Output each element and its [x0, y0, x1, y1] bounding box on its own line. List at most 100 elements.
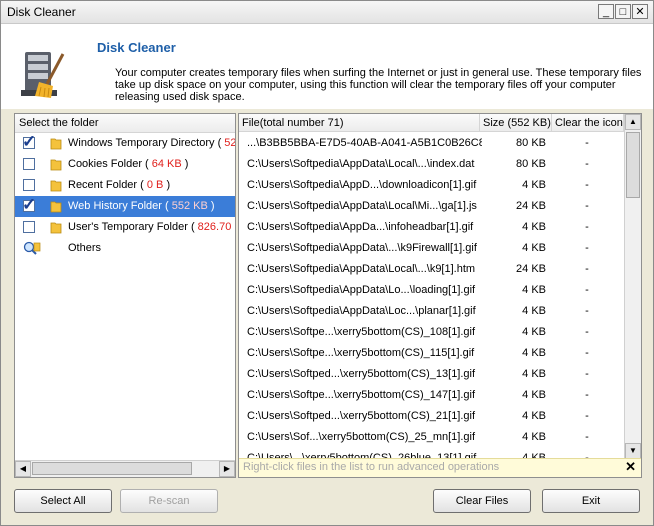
- folder-icon: [50, 159, 62, 171]
- file-list-panel: File(total number 71) Size (552 KB) Clea…: [238, 113, 642, 478]
- hint-bar: Right-click files in the list to run adv…: [239, 458, 641, 477]
- file-size-cell: 24 KB: [516, 200, 546, 212]
- app-title: Disk Cleaner: [97, 40, 176, 55]
- folder-checkbox[interactable]: [23, 158, 35, 170]
- clear-icon-cell: -: [585, 305, 589, 317]
- folder-list-panel: Select the folder ✓ Windows Temporary Dir…: [14, 113, 236, 478]
- file-path-cell: C:\Users\Softpedia\AppData\Loc...\planar…: [247, 305, 476, 317]
- disk-cleaner-window: Disk Cleaner _ □ ✕ Disk Cleaner Your com…: [0, 0, 654, 526]
- table-row[interactable]: ...\B3BB5BBA-E7D5-40AB-A041-A5B1C0B26C8F…: [239, 133, 624, 154]
- app-description: Your computer creates temporary files wh…: [115, 67, 642, 103]
- table-row[interactable]: C:\Users\Softpedia\AppData\Local\...\ind…: [239, 154, 624, 175]
- file-path-cell: C:\Users\Softped...\xerry5bottom(CS)_21[…: [247, 410, 476, 422]
- clear-icon-cell: -: [585, 368, 589, 380]
- table-row[interactable]: C:\Users\Softpedia\AppData\Local\...\k9[…: [239, 259, 624, 280]
- file-list[interactable]: ...\B3BB5BBA-E7D5-40AB-A041-A5B1C0B26C8F…: [239, 133, 624, 459]
- table-row[interactable]: C:\Users\Softpedia\AppData\Local\Mi...\g…: [239, 196, 624, 217]
- scroll-thumb[interactable]: [32, 462, 192, 475]
- checkmark-icon: ✓: [22, 195, 37, 214]
- folder-rows: ✓ Windows Temporary Directory ( 52 Cookies…: [15, 132, 236, 259]
- exit-button[interactable]: Exit: [542, 489, 640, 513]
- file-size-cell: 4 KB: [522, 305, 546, 317]
- window-title: Disk Cleaner: [7, 5, 76, 19]
- table-row[interactable]: C:\Users\Softpedia\AppData\...\k9Firewal…: [239, 238, 624, 259]
- clear-files-button[interactable]: Clear Files: [433, 489, 531, 513]
- clear-icon-cell: -: [585, 200, 589, 212]
- file-path-cell: C:\Users\Softpedia\AppD...\downloadicon[…: [247, 179, 477, 191]
- folder-list-header: Select the folder: [15, 114, 235, 133]
- file-vertical-scrollbar[interactable]: ▲ ▼: [624, 114, 641, 459]
- folder-icon: [50, 201, 62, 213]
- clear-icon-cell: -: [585, 389, 589, 401]
- folder-icon: [50, 222, 62, 234]
- table-row[interactable]: C:\Users\Sof...\xerry5bottom(CS)_25_mn[1…: [239, 427, 624, 448]
- file-size-cell: 80 KB: [516, 158, 546, 170]
- folder-checkbox[interactable]: [23, 179, 35, 191]
- folder-horizontal-scrollbar[interactable]: ◀ ▶: [15, 460, 235, 477]
- file-path-cell: ...\B3BB5BBA-E7D5-40AB-A041-A5B1C0B26C8F…: [247, 137, 482, 149]
- table-row[interactable]: C:\Users\Softpe...\xerry5bottom(CS)_115[…: [239, 343, 624, 364]
- clear-icon-cell: -: [585, 347, 589, 359]
- table-row[interactable]: C:\Users\Softpedia\AppD...\downloadicon[…: [239, 175, 624, 196]
- folder-checkbox[interactable]: ✓: [22, 195, 36, 214]
- file-path-cell: C:\Users\Softped...\xerry5bottom(CS)_13[…: [247, 368, 476, 380]
- folder-label: User's Temporary Folder ( 826.70: [68, 221, 232, 233]
- file-size-cell: 4 KB: [522, 389, 546, 401]
- select-all-button[interactable]: Select All: [14, 489, 112, 513]
- scroll-right-icon[interactable]: ▶: [219, 461, 235, 477]
- maximize-button[interactable]: □: [615, 4, 631, 19]
- file-size-cell: 4 KB: [522, 242, 546, 254]
- title-bar[interactable]: Disk Cleaner _ □ ✕: [1, 1, 653, 24]
- file-size-cell: 24 KB: [516, 263, 546, 275]
- folder-item[interactable]: Others: [15, 238, 235, 259]
- folder-checkbox[interactable]: [23, 221, 35, 233]
- file-size-cell: 4 KB: [522, 347, 546, 359]
- rescan-button[interactable]: Re-scan: [120, 489, 218, 513]
- scroll-up-icon[interactable]: ▲: [625, 114, 641, 130]
- folder-item[interactable]: User's Temporary Folder ( 826.70: [15, 217, 235, 238]
- folder-item[interactable]: ✓ Windows Temporary Directory ( 52: [15, 132, 236, 154]
- table-row[interactable]: C:\Users\Softpedia\AppData\Loc...\planar…: [239, 301, 624, 322]
- folder-item[interactable]: Recent Folder ( 0 B ): [15, 175, 235, 196]
- file-size-cell: 4 KB: [522, 326, 546, 338]
- table-row[interactable]: C:\Users\Softped...\xerry5bottom(CS)_21[…: [239, 406, 624, 427]
- scroll-thumb[interactable]: [626, 132, 640, 198]
- hint-text: Right-click files in the list to run adv…: [243, 461, 500, 473]
- search-files-icon: [23, 241, 41, 255]
- folder-label: Cookies Folder ( 64 KB ): [68, 158, 189, 170]
- file-path-cell: C:\Users\Softpedia\AppData\Lo...\loading…: [247, 284, 476, 296]
- file-path-cell: C:\Users\Softpedia\AppData\...\k9Firewal…: [247, 242, 477, 254]
- folder-icon: [50, 180, 62, 192]
- close-button[interactable]: ✕: [632, 4, 648, 19]
- folder-label: Others: [68, 242, 102, 254]
- column-header-file[interactable]: File(total number 71): [239, 114, 480, 132]
- table-row[interactable]: C:\Users\Softpe...\xerry5bottom(CS)_108[…: [239, 322, 624, 343]
- scroll-left-icon[interactable]: ◀: [15, 461, 31, 477]
- folder-label: Web History Folder ( 552 KB ): [68, 200, 215, 212]
- clear-icon-cell: -: [585, 326, 589, 338]
- clear-icon-cell: -: [585, 221, 589, 233]
- scroll-down-icon[interactable]: ▼: [625, 443, 641, 459]
- column-header-clear-icon[interactable]: Clear the icon: [552, 114, 624, 132]
- checkmark-icon: ✓: [22, 132, 37, 151]
- table-row[interactable]: C:\Users\Softpe...\xerry5bottom(CS)_147[…: [239, 385, 624, 406]
- folder-checkbox[interactable]: ✓: [22, 132, 36, 151]
- table-row[interactable]: C:\Users\Softped...\xerry5bottom(CS)_13[…: [239, 364, 624, 385]
- folder-label: Windows Temporary Directory ( 52: [68, 137, 236, 149]
- hint-close-icon[interactable]: ✕: [625, 459, 636, 475]
- table-row[interactable]: C:\Users\Softpedia\AppDa...\infoheadbar[…: [239, 217, 624, 238]
- folder-item[interactable]: Cookies Folder ( 64 KB ): [15, 154, 235, 175]
- file-size-cell: 4 KB: [522, 284, 546, 296]
- clear-icon-cell: -: [585, 284, 589, 296]
- minimize-button[interactable]: _: [598, 4, 614, 19]
- header-area: Disk Cleaner Your computer creates tempo…: [1, 24, 653, 109]
- column-header-size[interactable]: Size (552 KB): [480, 114, 552, 132]
- table-row[interactable]: C:\Users\Softpedia\AppData\Lo...\loading…: [239, 280, 624, 301]
- clear-icon-cell: -: [585, 410, 589, 422]
- file-size-cell: 4 KB: [522, 410, 546, 422]
- folder-label: Recent Folder ( 0 B ): [68, 179, 171, 191]
- folder-item[interactable]: ✓ Web History Folder ( 552 KB ): [15, 195, 235, 217]
- file-path-cell: C:\Users\Softpedia\AppData\Local\Mi...\g…: [247, 200, 477, 212]
- clear-icon-cell: -: [585, 179, 589, 191]
- clear-icon-cell: -: [585, 158, 589, 170]
